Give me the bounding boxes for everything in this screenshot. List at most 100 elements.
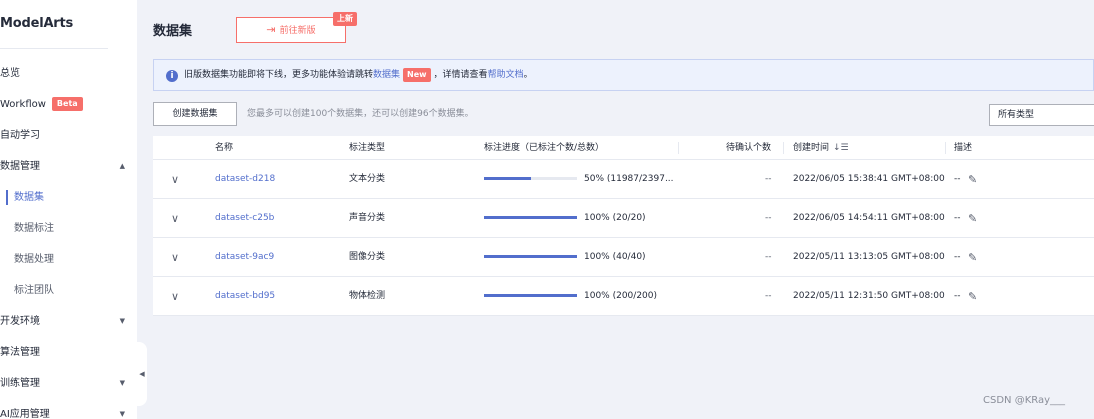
dataset-name-link[interactable]: dataset-d218 — [215, 160, 275, 199]
sidebar-item-label: 训练管理 — [0, 378, 40, 389]
chevron-down-icon: ▼ — [119, 410, 125, 418]
sidebar-item-data-processing[interactable]: 数据处理 — [0, 244, 137, 275]
description: -- — [954, 213, 961, 223]
progress-cell: 50% (11987/2397... — [484, 160, 674, 199]
label-type: 声音分类 — [349, 213, 386, 223]
sidebar-item-ai-apps[interactable]: AI应用管理 ▼ — [0, 399, 137, 419]
header-name: 名称 — [215, 143, 234, 153]
progress-text: 100% (200/200) — [584, 291, 658, 301]
description: -- — [954, 291, 961, 301]
progress-text: 100% (20/20) — [584, 213, 646, 223]
sidebar-item-label: 数据标注 — [14, 223, 54, 234]
progress-bar — [484, 177, 577, 180]
sidebar: ModelArts 总览 Workflow Beta 自动学习 数据管理 ▲ 数据集… — [0, 0, 137, 419]
dataset-link[interactable]: 数据集 — [373, 70, 400, 80]
info-icon: i — [166, 70, 178, 82]
label-type: 图像分类 — [349, 252, 386, 262]
new-badge: New — [403, 68, 431, 82]
dataset-name-link[interactable]: dataset-9ac9 — [215, 238, 274, 277]
progress-text: 100% (40/40) — [584, 252, 646, 262]
expand-chevron-icon[interactable]: ∨ — [171, 160, 179, 199]
header-created[interactable]: 创建时间 ↓☰ — [793, 136, 849, 160]
expand-chevron-icon[interactable]: ∨ — [171, 277, 179, 316]
table-row: ∨ dataset-c25b 声音分类 100% (20/20) -- 2022… — [153, 199, 1094, 238]
progress-cell: 100% (20/20) — [484, 199, 646, 238]
progress-fill — [484, 216, 577, 219]
header-progress: 标注进度（已标注个数/总数） — [484, 143, 605, 153]
switch-new-version-button[interactable]: ⇥ 前往新版 — [236, 17, 346, 43]
header-desc: 描述 — [954, 143, 973, 153]
sidebar-collapse-button[interactable]: ◀ — [137, 342, 147, 406]
progress-cell: 100% (40/40) — [484, 238, 646, 277]
chevron-down-icon: ▼ — [119, 317, 125, 325]
sidebar-item-label: 自动学习 — [0, 130, 40, 141]
edit-icon[interactable]: ✎ — [968, 238, 977, 277]
progress-fill — [484, 255, 577, 258]
sidebar-item-label: AI应用管理 — [0, 409, 50, 419]
table-row: ∨ dataset-d218 文本分类 50% (11987/2397... -… — [153, 160, 1094, 199]
sidebar-item-datasets[interactable]: 数据集 — [0, 182, 137, 213]
notice-text: 。 — [523, 70, 533, 80]
beta-badge: Beta — [51, 97, 83, 111]
sidebar-item-label: 算法管理 — [0, 347, 40, 358]
edit-icon[interactable]: ✎ — [968, 160, 977, 199]
help-doc-link[interactable]: 帮助文档 — [488, 70, 524, 80]
header-pending: 待确认个数 — [726, 143, 772, 153]
sidebar-item-label: Workflow — [0, 99, 46, 110]
notice-text: ，详情请查看 — [433, 70, 488, 80]
sidebar-item-label: 标注团队 — [14, 285, 54, 296]
watermark: CSDN @KRay___ — [983, 395, 1066, 406]
edit-icon[interactable]: ✎ — [968, 277, 977, 316]
create-dataset-button[interactable]: 创建数据集 — [153, 102, 237, 126]
sidebar-item-auto-learning[interactable]: 自动学习 — [0, 120, 137, 151]
sidebar-item-data-labeling[interactable]: 数据标注 — [0, 213, 137, 244]
pending-count: -- — [765, 213, 772, 223]
switch-button-label: 前往新版 — [279, 26, 316, 36]
sort-icon[interactable]: ↓☰ — [833, 143, 849, 153]
created-time: 2022/06/05 14:54:11 GMT+08:00 — [793, 213, 945, 223]
progress-fill — [484, 177, 531, 180]
brand-title: ModelArts — [0, 16, 74, 31]
progress-bar — [484, 216, 577, 219]
sidebar-item-dev-env[interactable]: 开发环境 ▼ — [0, 306, 137, 337]
dataset-table: 名称 标注类型 标注进度（已标注个数/总数） 待确认个数 创建时间 ↓☰ 描述 ∨… — [153, 136, 1094, 316]
header-created-label: 创建时间 — [793, 143, 830, 153]
login-arrow-icon: ⇥ — [266, 23, 276, 36]
sidebar-item-overview[interactable]: 总览 — [0, 58, 137, 89]
sidebar-nav: 总览 Workflow Beta 自动学习 数据管理 ▲ 数据集 数据标注 数据处理… — [0, 58, 137, 419]
sidebar-item-training[interactable]: 训练管理 ▼ — [0, 368, 137, 399]
expand-chevron-icon[interactable]: ∨ — [171, 199, 179, 238]
table-row: ∨ dataset-bd95 物体检测 100% (200/200) -- 20… — [153, 277, 1094, 316]
table-header: 名称 标注类型 标注进度（已标注个数/总数） 待确认个数 创建时间 ↓☰ 描述 — [153, 136, 1094, 160]
sidebar-item-label: 数据管理 — [0, 161, 40, 172]
sidebar-item-workflow[interactable]: Workflow Beta — [0, 89, 137, 120]
sidebar-item-label: 数据集 — [14, 192, 44, 203]
sidebar-item-data-management[interactable]: 数据管理 ▲ — [0, 151, 137, 182]
edit-icon[interactable]: ✎ — [968, 199, 977, 238]
dataset-name-link[interactable]: dataset-bd95 — [215, 277, 275, 316]
header-divider — [945, 142, 946, 154]
type-filter-select[interactable]: 所有类型 — [989, 104, 1094, 126]
progress-text: 50% (11987/2397... — [584, 174, 674, 184]
created-time: 2022/05/11 12:31:50 GMT+08:00 — [793, 291, 945, 301]
header-divider — [783, 142, 784, 154]
progress-bar — [484, 255, 577, 258]
progress-fill — [484, 294, 577, 297]
sidebar-item-algorithms[interactable]: 算法管理 — [0, 337, 137, 368]
description: -- — [954, 174, 961, 184]
chevron-down-icon: ▼ — [119, 379, 125, 387]
label-type: 物体检测 — [349, 291, 386, 301]
sidebar-item-label: 开发环境 — [0, 316, 40, 327]
collapse-left-icon: ◀ — [139, 370, 145, 378]
sidebar-item-labeling-team[interactable]: 标注团队 — [0, 275, 137, 306]
pending-count: -- — [765, 252, 772, 262]
chevron-up-icon: ▲ — [119, 162, 125, 170]
pending-count: -- — [765, 291, 772, 301]
quota-tip: 您最多可以创建100个数据集，还可以创建96个数据集。 — [247, 109, 474, 119]
sidebar-item-label: 数据处理 — [14, 254, 54, 265]
expand-chevron-icon[interactable]: ∨ — [171, 238, 179, 277]
page-title: 数据集 — [153, 24, 193, 39]
table-row: ∨ dataset-9ac9 图像分类 100% (40/40) -- 2022… — [153, 238, 1094, 277]
dataset-name-link[interactable]: dataset-c25b — [215, 199, 274, 238]
header-divider — [678, 142, 679, 154]
